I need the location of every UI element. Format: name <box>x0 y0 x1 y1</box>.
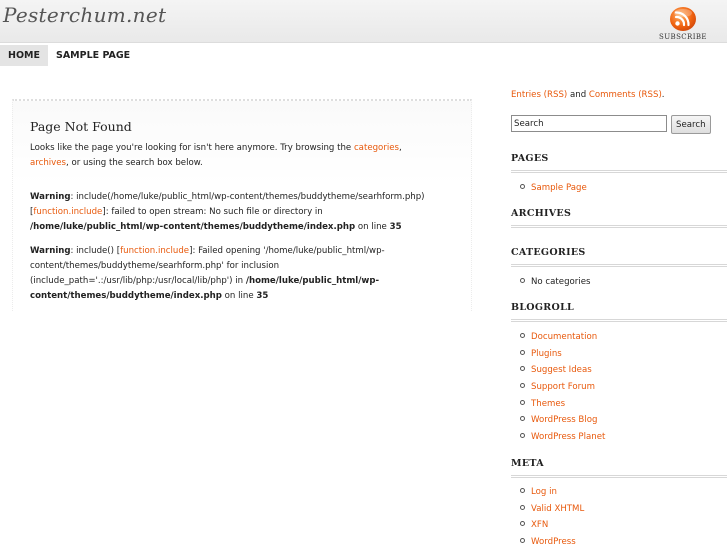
warning-file-path: /home/luke/public_html/wp-content/themes… <box>30 222 356 232</box>
page-link-sample-page[interactable]: Sample Page <box>531 183 587 193</box>
function-include-link[interactable]: function.include <box>33 207 102 217</box>
blogroll-link-suggest-ideas[interactable]: Suggest Ideas <box>531 365 592 375</box>
list-item[interactable]: Sample Page <box>520 180 587 197</box>
page-title: Page Not Found <box>30 119 132 134</box>
nav-item-home[interactable]: HOME <box>0 45 48 66</box>
feeds-period: . <box>661 90 665 100</box>
main-nav: HOME SAMPLE PAGE <box>0 45 138 66</box>
function-include-link[interactable]: function.include <box>120 246 189 256</box>
site-title[interactable]: Pesterchum.net <box>3 3 166 27</box>
blogroll-link-wordpress-planet[interactable]: WordPress Planet <box>531 432 605 442</box>
widget-title-archives: ARCHIVES <box>511 208 727 228</box>
php-warning-1: Warning: include(/home/luke/public_html/… <box>30 190 440 235</box>
warning-text: on line <box>221 291 257 301</box>
pages-list: Sample Page <box>520 180 587 197</box>
list-item[interactable]: Valid XHTML <box>520 501 584 518</box>
list-item[interactable]: Suggest Ideas <box>520 362 605 379</box>
php-warning-2: Warning: include() [function.include]: F… <box>30 244 440 304</box>
not-found-message: Looks like the page you're looking for i… <box>30 141 440 171</box>
no-categories-text: No categories <box>531 277 591 287</box>
list-item[interactable]: WordPress <box>520 534 584 551</box>
rss-feed-icon[interactable] <box>668 5 698 32</box>
meta-link-valid-xhtml[interactable]: Valid XHTML <box>531 504 584 514</box>
blogroll-link-support-forum[interactable]: Support Forum <box>531 382 595 392</box>
feeds-and-text: and <box>567 90 589 100</box>
blogroll-link-documentation[interactable]: Documentation <box>531 332 597 342</box>
search-form: Search <box>511 115 711 134</box>
feed-links: Entries (RSS) and Comments (RSS). <box>511 90 665 100</box>
archives-link[interactable]: archives <box>30 158 66 168</box>
widget-title-pages: PAGES <box>511 153 727 173</box>
entries-rss-link[interactable]: Entries (RSS) <box>511 90 567 100</box>
search-button[interactable]: Search <box>671 115 711 134</box>
list-item[interactable]: Themes <box>520 396 605 413</box>
list-item[interactable]: Support Forum <box>520 379 605 396</box>
site-header: Pesterchum.net SUBSCRIBE <box>0 0 727 43</box>
list-item[interactable]: WordPress Planet <box>520 429 605 446</box>
meta-link-xfn[interactable]: XFN <box>531 520 548 530</box>
search-input[interactable] <box>511 115 667 132</box>
list-item[interactable]: XFN <box>520 517 584 534</box>
widget-title-meta: META <box>511 458 727 478</box>
widget-title-categories: CATEGORIES <box>511 247 727 267</box>
list-item: No categories <box>520 274 590 291</box>
blogroll-link-themes[interactable]: Themes <box>531 399 565 409</box>
subscribe-block[interactable]: SUBSCRIBE <box>653 5 713 41</box>
blogroll-link-wordpress-blog[interactable]: WordPress Blog <box>531 415 597 425</box>
list-item[interactable]: Plugins <box>520 346 605 363</box>
list-item[interactable]: WordPress Blog <box>520 412 605 429</box>
nav-item-sample-page[interactable]: SAMPLE PAGE <box>48 45 138 66</box>
intro-text-after: , or using the search box below. <box>66 158 203 168</box>
list-item[interactable]: Log in <box>520 484 584 501</box>
list-item[interactable]: Documentation <box>520 329 605 346</box>
warning-label: Warning <box>30 192 71 202</box>
warning-text: on line <box>355 222 390 232</box>
warning-line-number: 35 <box>389 222 402 232</box>
warning-label: Warning <box>30 246 71 256</box>
meta-list: Log in Valid XHTML XFN WordPress <box>520 484 584 551</box>
warning-line-number: 35 <box>256 291 269 301</box>
blogroll-link-plugins[interactable]: Plugins <box>531 349 562 359</box>
categories-list: No categories <box>520 274 590 291</box>
comments-rss-link[interactable]: Comments (RSS) <box>589 90 662 100</box>
meta-link-log-in[interactable]: Log in <box>531 487 557 497</box>
blogroll-list: Documentation Plugins Suggest Ideas Supp… <box>520 329 605 446</box>
intro-text-before: Looks like the page you're looking for i… <box>30 143 354 153</box>
widget-title-blogroll: BLOGROLL <box>511 302 727 322</box>
warning-text: : include() [ <box>70 246 121 256</box>
meta-link-wordpress[interactable]: WordPress <box>531 537 576 547</box>
warning-text: ]: failed to open stream: No such file o… <box>102 207 323 217</box>
categories-link[interactable]: categories <box>354 143 399 153</box>
intro-separator: , <box>399 143 402 153</box>
subscribe-label[interactable]: SUBSCRIBE <box>653 33 713 41</box>
